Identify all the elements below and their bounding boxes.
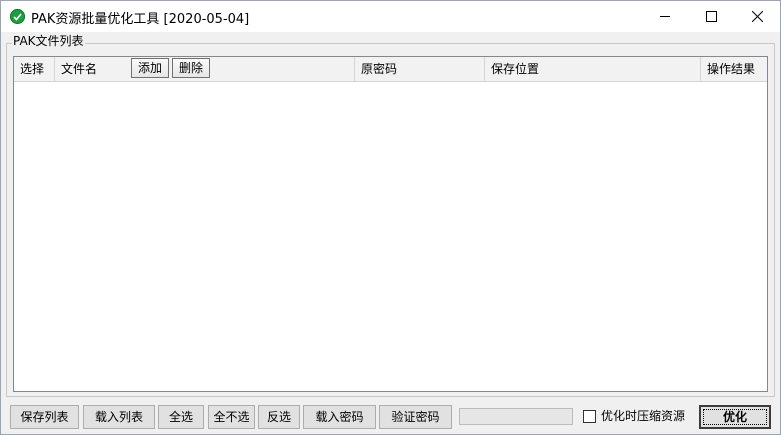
column-header-password[interactable]: 原密码: [355, 57, 485, 81]
optimize-button[interactable]: 优化: [699, 405, 771, 429]
group-label: PAK文件列表: [12, 34, 85, 49]
pak-file-list[interactable]: 选择 文件名 添加 删除 原密码 保存位置 操作结果: [13, 56, 768, 392]
save-list-button[interactable]: 保存列表: [10, 405, 79, 429]
invert-selection-button[interactable]: 反选: [258, 405, 300, 429]
minimize-button[interactable]: [642, 1, 688, 32]
column-header-save-location[interactable]: 保存位置: [485, 57, 701, 81]
column-header-result[interactable]: 操作结果: [701, 57, 767, 81]
title-bar[interactable]: PAK资源批量优化工具 [2020-05-04]: [1, 1, 780, 32]
load-password-button[interactable]: 载入密码: [303, 405, 376, 429]
column-header-select[interactable]: 选择: [14, 57, 55, 81]
close-button[interactable]: [734, 1, 780, 32]
window-title: PAK资源批量优化工具 [2020-05-04]: [31, 12, 250, 27]
minimize-icon: [660, 16, 670, 17]
compress-checkbox[interactable]: [583, 410, 596, 423]
select-none-button[interactable]: 全不选: [208, 405, 255, 429]
verify-password-button[interactable]: 验证密码: [379, 405, 452, 429]
compress-checkbox-label[interactable]: 优化时压缩资源: [601, 408, 685, 425]
progress-bar: [459, 408, 573, 425]
maximize-icon: [706, 11, 717, 22]
app-logo-icon: [10, 9, 25, 24]
add-file-button[interactable]: 添加: [131, 58, 169, 78]
maximize-button[interactable]: [688, 1, 734, 32]
app-window: PAK资源批量优化工具 [2020-05-04] PAK文件列表 选择 文件名 …: [0, 0, 781, 435]
load-list-button[interactable]: 载入列表: [83, 405, 155, 429]
delete-file-button[interactable]: 删除: [172, 58, 210, 78]
select-all-button[interactable]: 全选: [158, 405, 204, 429]
close-icon: [752, 11, 763, 22]
list-header: 选择 文件名 添加 删除 原密码 保存位置 操作结果: [14, 57, 767, 82]
column-header-filename-label: 文件名: [61, 62, 98, 76]
